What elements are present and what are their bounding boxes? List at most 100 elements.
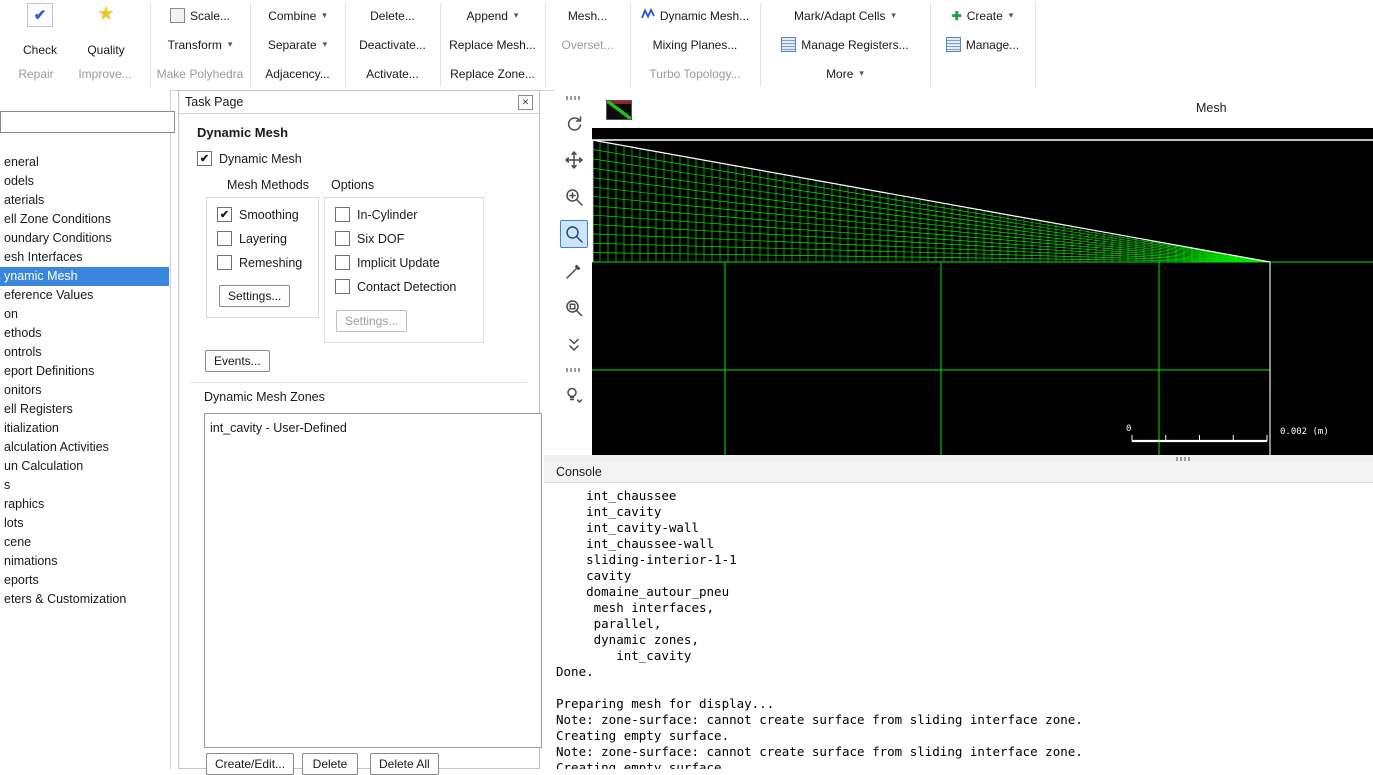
toolbar-grip[interactable] xyxy=(566,96,582,100)
tree-item[interactable]: ell Registers xyxy=(0,400,169,419)
adjacency-button[interactable]: Adjacency... xyxy=(250,60,345,87)
overset-button[interactable]: Overset... xyxy=(545,31,630,58)
mesh-method-checkbox[interactable]: Smoothing xyxy=(217,207,328,222)
options-settings-button[interactable]: Settings... xyxy=(336,310,407,332)
tree-item[interactable]: eports xyxy=(0,571,169,590)
tree-item[interactable]: eference Values xyxy=(0,286,169,305)
probe-tool[interactable] xyxy=(560,257,588,285)
rotate-view-tool[interactable] xyxy=(560,109,588,137)
delete-all-button[interactable]: Delete All xyxy=(370,753,439,775)
console-body[interactable]: int_chaussee int_cavity int_cavity-wall … xyxy=(544,482,1373,769)
mesh-menu-button[interactable]: Mesh... xyxy=(545,2,630,29)
create-edit-button[interactable]: Create/Edit... xyxy=(206,753,294,775)
option-checkbox[interactable]: Contact Detection xyxy=(335,279,493,294)
check-button[interactable]: ✔ Check xyxy=(12,3,68,57)
tree-item[interactable]: alculation Activities xyxy=(0,438,169,457)
checkbox-icon[interactable] xyxy=(335,279,350,294)
mesh-method-checkbox[interactable]: Remeshing xyxy=(217,255,328,270)
events-button[interactable]: Events... xyxy=(205,350,270,372)
toolbar-grip[interactable] xyxy=(566,368,582,372)
transform-button[interactable]: Transform▾ xyxy=(150,31,250,58)
quality-button[interactable]: ★ Quality xyxy=(76,3,136,57)
splitter-grip[interactable] xyxy=(1176,457,1192,461)
close-icon[interactable]: ✕ xyxy=(518,95,533,110)
collapse-toolbar-chevrons-icon[interactable] xyxy=(560,331,588,359)
mesh-canvas[interactable]: 0 0.002 (m) xyxy=(592,128,1373,455)
tree-item[interactable]: ell Zone Conditions xyxy=(0,210,169,229)
option-checkbox[interactable]: Six DOF xyxy=(335,231,493,246)
zoom-box-tool[interactable] xyxy=(560,294,588,322)
dynamic-mesh-zones-list[interactable]: int_cavity - User-Defined xyxy=(204,413,542,748)
delete-button[interactable]: Delete... xyxy=(345,2,440,29)
tree-item[interactable]: oundary Conditions xyxy=(0,229,169,248)
tree-item[interactable]: esh Interfaces xyxy=(0,248,169,267)
tree-item[interactable]: eters & Customization xyxy=(0,590,169,609)
activate-button[interactable]: Activate... xyxy=(345,60,440,87)
checkbox-icon[interactable] xyxy=(217,231,232,246)
dynamic-mesh-button[interactable]: Dynamic Mesh... xyxy=(630,2,760,29)
checkbox-icon[interactable] xyxy=(335,255,350,270)
tree-item[interactable]: cene xyxy=(0,533,169,552)
checkbox-label: In-Cylinder xyxy=(357,208,417,222)
pane-splitter[interactable] xyxy=(544,455,1373,462)
replace-zone-button[interactable]: Replace Zone... xyxy=(440,60,545,87)
tree-item[interactable]: lots xyxy=(0,514,169,533)
tree-item[interactable]: eneral xyxy=(0,153,169,172)
tree-filter-input[interactable] xyxy=(0,111,175,133)
zoom-tool-selected[interactable] xyxy=(560,220,588,248)
manage-button[interactable]: Manage... xyxy=(930,31,1035,58)
console-pane: Console int_chaussee int_cavity int_cavi… xyxy=(544,455,1373,769)
tree-item[interactable]: ontrols xyxy=(0,343,169,362)
mixing-planes-button[interactable]: Mixing Planes... xyxy=(630,31,760,58)
tree-item[interactable]: ynamic Mesh xyxy=(0,267,169,286)
tree-item[interactable]: odels xyxy=(0,172,169,191)
tree-item[interactable]: on xyxy=(0,305,169,324)
delete-zone-button[interactable]: Delete xyxy=(302,753,358,775)
zoom-in-tool[interactable] xyxy=(560,183,588,211)
append-button[interactable]: Append▾ xyxy=(440,2,545,29)
checkbox-icon[interactable] xyxy=(217,255,232,270)
more-button[interactable]: More▾ xyxy=(760,60,930,87)
scale-button[interactable]: Scale... xyxy=(150,2,250,29)
make-polyhedra-button[interactable]: Make Polyhedra xyxy=(150,60,250,87)
display-options-tool[interactable] xyxy=(560,381,588,409)
deactivate-button[interactable]: Deactivate... xyxy=(345,31,440,58)
dynamic-mesh-checkbox[interactable]: Dynamic Mesh xyxy=(197,151,302,166)
tree-item[interactable]: eport Definitions xyxy=(0,362,169,381)
checkbox-icon[interactable] xyxy=(217,207,232,222)
repair-button[interactable]: Repair xyxy=(4,60,68,87)
chevron-down-icon: ▾ xyxy=(891,10,896,21)
option-checkbox[interactable]: Implicit Update xyxy=(335,255,493,270)
dynamic-mesh-zones-label: Dynamic Mesh Zones xyxy=(204,390,325,404)
tree-item[interactable]: itialization xyxy=(0,419,169,438)
zone-list-item[interactable]: int_cavity - User-Defined xyxy=(205,414,541,435)
quality-label: Quality xyxy=(87,43,124,57)
mesh-method-checkbox[interactable]: Layering xyxy=(217,231,328,246)
tree-item[interactable]: ethods xyxy=(0,324,169,343)
check-icon: ✔ xyxy=(27,3,53,27)
tree-item[interactable]: onitors xyxy=(0,381,169,400)
turbo-topology-button[interactable]: Turbo Topology... xyxy=(630,60,760,87)
improve-button[interactable]: Improve... xyxy=(66,60,144,87)
checkbox-icon[interactable] xyxy=(335,231,350,246)
pan-tool[interactable] xyxy=(560,146,588,174)
combine-button[interactable]: Combine▾ xyxy=(250,2,345,29)
tree-item[interactable]: raphics xyxy=(0,495,169,514)
tree-item[interactable]: un Calculation xyxy=(0,457,169,476)
create-button[interactable]: ✚ Create▾ xyxy=(930,2,1035,29)
task-page-title: Task Page xyxy=(185,95,243,109)
checkbox-icon[interactable] xyxy=(335,207,350,222)
mark-adapt-cells-button[interactable]: Mark/Adapt Cells▾ xyxy=(760,2,930,29)
checkbox-icon[interactable] xyxy=(197,151,212,166)
replace-mesh-button[interactable]: Replace Mesh... xyxy=(440,31,545,58)
tree-item[interactable]: s xyxy=(0,476,169,495)
separate-button[interactable]: Separate▾ xyxy=(250,31,345,58)
mesh-methods-settings-button[interactable]: Settings... xyxy=(219,285,290,307)
option-checkbox[interactable]: In-Cylinder xyxy=(335,207,493,222)
checkbox-label: Contact Detection xyxy=(357,280,456,294)
tree-item[interactable]: aterials xyxy=(0,191,169,210)
mesh-render xyxy=(592,128,1373,455)
tree-item[interactable]: nimations xyxy=(0,552,169,571)
graphics-window[interactable]: Mesh 0 0.002 (m) xyxy=(592,90,1373,455)
manage-registers-button[interactable]: Manage Registers... xyxy=(760,31,930,58)
